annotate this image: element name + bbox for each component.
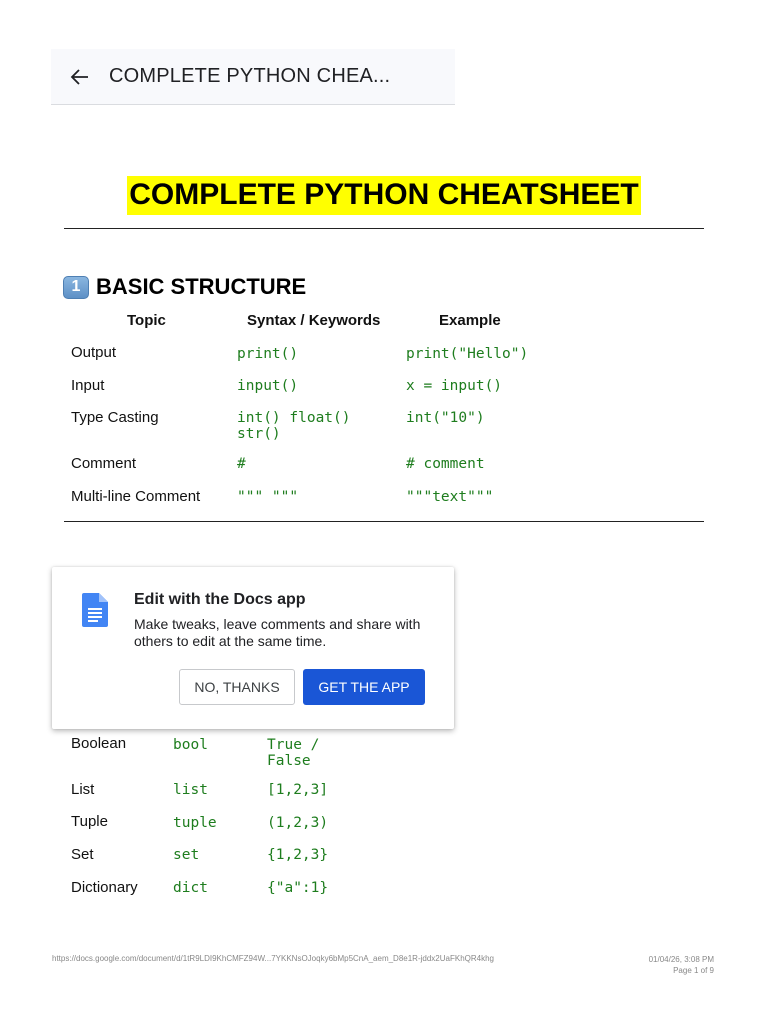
table-cell-topic: Set [71,846,94,863]
column-header-topic: Topic [127,312,166,329]
table-cell-example: """text""" [406,489,494,505]
table-cell-syntax: int() float() str() [237,410,351,442]
table-cell-topic: Comment [71,455,137,472]
section-heading: 1 BASIC STRUCTURE [63,274,306,300]
table-cell-example: int("10") [406,410,485,426]
divider [64,228,704,229]
docs-icon [82,593,108,632]
document-title-wrap: COMPLETE PYTHON CHEATSHEET [0,176,768,215]
document-title: COMPLETE PYTHON CHEATSHEET [127,176,641,215]
keycap-one-icon: 1 [63,275,89,299]
table-cell-syntax: print() [237,346,299,362]
table-cell-example: (1,2,3) [267,815,329,831]
column-header-syntax: Syntax / Keywords [247,312,381,329]
table-cell-example: {"a":1} [267,880,329,896]
table-cell-topic: Multi-line Comment [71,488,201,505]
table-cell-topic: List [71,781,95,798]
table-cell-syntax: # [237,456,246,472]
table-cell-syntax: set [173,847,200,863]
footer-meta: 01/04/26, 3:08 PM Page 1 of 9 [649,954,714,976]
back-button[interactable] [51,49,109,105]
get-the-app-button[interactable]: GET THE APP [303,669,425,705]
arrow-back-icon [70,68,88,85]
footer-date: 01/04/26, 3:08 PM [648,955,714,964]
app-bar-title: COMPLETE PYTHON CHEA... [109,65,391,87]
footer-page-number: Page 1 of 9 [673,966,714,975]
divider [64,521,704,522]
table-cell-topic: Tuple [71,813,108,830]
table-cell-syntax: list [173,782,208,798]
table-cell-example: True / False [267,737,320,769]
edit-with-docs-app-dialog: Edit with the Docs app Make tweaks, leav… [52,567,454,729]
dialog-body: Make tweaks, leave comments and share wi… [134,616,421,649]
table-cell-topic: Dictionary [71,879,138,896]
table-cell-topic: Input [71,377,105,394]
table-cell-syntax: bool [173,737,208,753]
table-cell-example: print("Hello") [406,346,529,362]
table-cell-syntax: dict [173,880,208,896]
dialog-title: Edit with the Docs app [134,591,306,608]
column-header-example: Example [439,312,501,329]
table-cell-example: # comment [406,456,485,472]
table-cell-topic: Output [71,344,117,361]
table-cell-example: [1,2,3] [267,782,329,798]
table-cell-example: {1,2,3} [267,847,329,863]
table-cell-topic: Type Casting [71,409,159,426]
section-title: BASIC STRUCTURE [96,274,307,299]
top-app-bar: COMPLETE PYTHON CHEA... [51,49,455,105]
footer-url: https://docs.google.com/document/d/1tR9L… [52,954,494,963]
table-cell-topic: Boolean [71,735,127,752]
table-cell-syntax: """ """ [237,489,299,505]
table-cell-syntax: tuple [173,815,217,831]
no-thanks-button[interactable]: NO, THANKS [179,669,295,705]
table-cell-example: x = input() [406,378,503,394]
table-cell-syntax: input() [237,378,299,394]
